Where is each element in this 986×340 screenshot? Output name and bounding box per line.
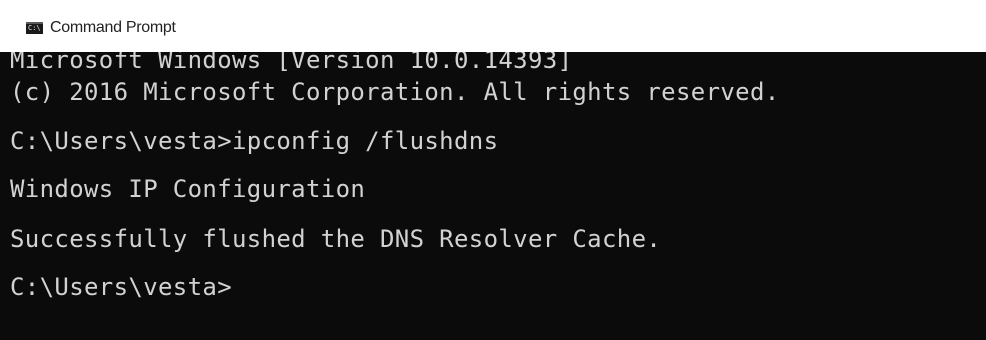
command-prompt-icon: C:\ <box>26 22 43 34</box>
command-prompt-window: C:\ Command Prompt Microsoft Windows [Ve… <box>0 0 986 340</box>
command-prompt-icon-glyph: C:\ <box>28 24 41 32</box>
console-line-prompt[interactable]: C:\Users\vesta> <box>10 274 232 300</box>
console-line-command: C:\Users\vesta>ipconfig /flushdns <box>10 127 499 155</box>
title-bar[interactable]: C:\ Command Prompt <box>0 0 986 52</box>
console-line-heading: Windows IP Configuration <box>10 175 366 203</box>
console-line-result: Successfully flushed the DNS Resolver Ca… <box>10 225 662 253</box>
console-output-area[interactable]: Microsoft Windows [Version 10.0.14393] (… <box>0 52 986 340</box>
console-line-copyright: (c) 2016 Microsoft Corporation. All righ… <box>10 78 780 106</box>
window-title: Command Prompt <box>50 19 176 36</box>
console-line-version: Microsoft Windows [Version 10.0.14393] <box>10 52 573 74</box>
